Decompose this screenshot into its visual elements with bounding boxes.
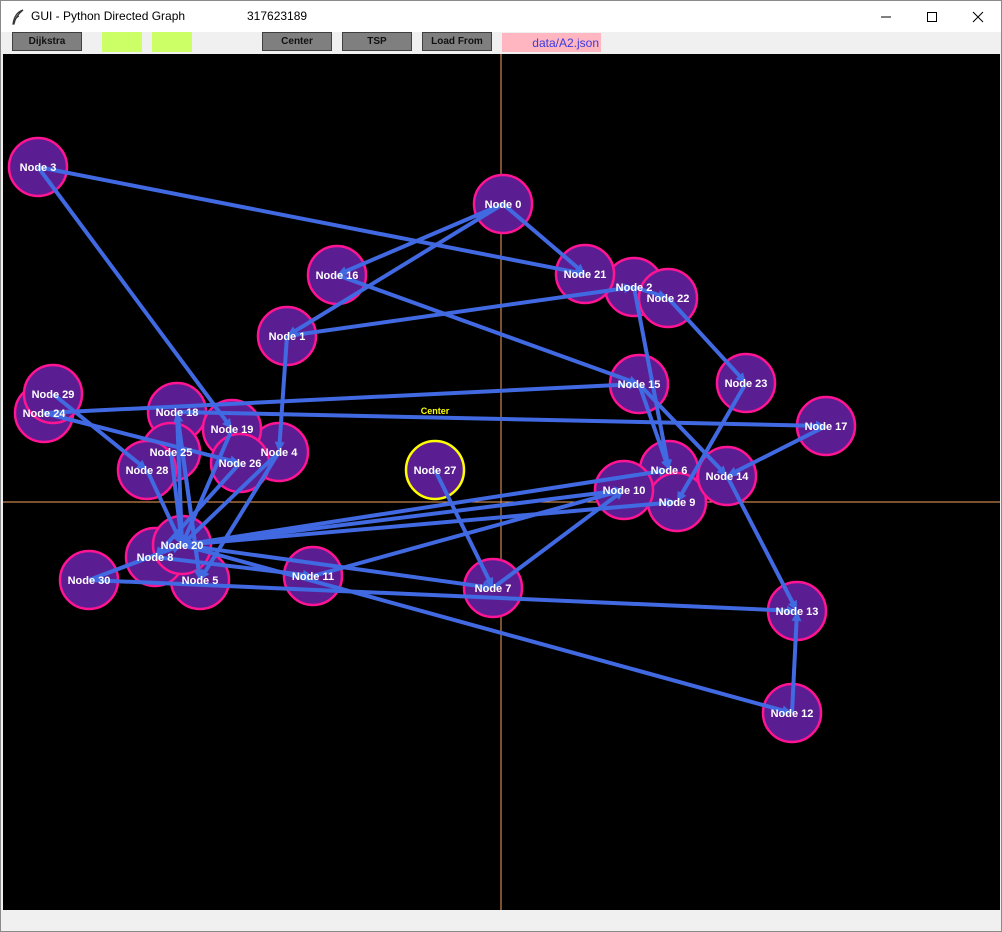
target-node-input[interactable]: [152, 32, 192, 52]
node-label-16: Node 16: [316, 270, 359, 282]
window-id-label: 317623189: [247, 9, 308, 23]
node-layer: [7, 136, 857, 744]
node-label-6: Node 6: [651, 465, 688, 477]
minimize-button[interactable]: [863, 1, 909, 32]
source-node-input[interactable]: [102, 32, 142, 52]
node-label-22: Node 22: [647, 293, 690, 305]
node-label-8: Node 8: [137, 552, 174, 564]
title-bar[interactable]: GUI - Python Directed Graph 317623189: [1, 1, 1001, 32]
node-label-13: Node 13: [776, 606, 819, 618]
graph-svg: Node 0Node 1Node 2Node 3Node 4Node 5Node…: [3, 54, 1000, 910]
node-label-17: Node 17: [805, 421, 848, 433]
toolbar: Dijkstra Center TSP Load From data/A2.js…: [1, 32, 1001, 53]
graph-edge-22-23: [666, 296, 744, 380]
node-label-24: Node 24: [23, 408, 67, 420]
node-label-7: Node 7: [475, 583, 512, 595]
node-label-29: Node 29: [32, 389, 75, 401]
node-label-18: Node 18: [156, 407, 199, 419]
center-button[interactable]: Center: [262, 32, 332, 51]
node-label-23: Node 23: [725, 378, 768, 390]
node-label-21: Node 21: [564, 269, 607, 281]
file-path-input[interactable]: data/A2.json: [502, 33, 601, 52]
minimize-icon: [881, 16, 891, 17]
node-label-28: Node 28: [126, 465, 169, 477]
node-label-14: Node 14: [706, 471, 750, 483]
close-icon: [972, 11, 984, 22]
node-label-11: Node 11: [292, 571, 334, 583]
node-label-15: Node 15: [618, 379, 661, 391]
node-label-12: Node 12: [771, 708, 814, 720]
load-from-button[interactable]: Load From: [422, 32, 492, 51]
maximize-icon: [927, 11, 937, 22]
close-button[interactable]: [955, 1, 1001, 32]
node-label-0: Node 0: [485, 199, 522, 211]
graph-canvas[interactable]: Node 0 Node 1 Node 2 Node 3 Node 4 Node 5 Node…: [3, 54, 1000, 910]
graph-edge-14-13: [725, 475, 797, 607]
maximize-button[interactable]: [909, 1, 955, 32]
node-label-25: Node 25: [150, 447, 193, 459]
feather-icon: [12, 9, 24, 25]
node-label-10: Node 10: [603, 485, 646, 497]
node-label-26: Node 26: [219, 458, 262, 470]
center-label: Center: [421, 406, 450, 416]
app-window: GUI - Python Directed Graph 317623189 Di…: [0, 0, 1002, 932]
graph-edge-24-15: [43, 382, 634, 415]
dijkstra-button[interactable]: Dijkstra: [12, 32, 82, 51]
node-label-20: Node 20: [161, 540, 204, 552]
node-label-27: Node 27: [414, 465, 457, 477]
node-label-30: Node 30: [68, 575, 111, 587]
status-bar: [1, 910, 1001, 931]
node-label-3: Node 3: [20, 162, 57, 174]
window-title: GUI - Python Directed Graph: [31, 9, 186, 23]
node-label-4: Node 4: [261, 447, 299, 459]
node-label-5: Node 5: [182, 575, 219, 587]
graph-edge-27-7: [433, 469, 493, 584]
graph-edge-0-16: [341, 202, 504, 275]
node-label-9: Node 9: [659, 497, 696, 509]
tsp-button[interactable]: TSP: [342, 32, 412, 51]
node-label-19: Node 19: [211, 424, 254, 436]
node-label-1: Node 1: [269, 331, 306, 343]
